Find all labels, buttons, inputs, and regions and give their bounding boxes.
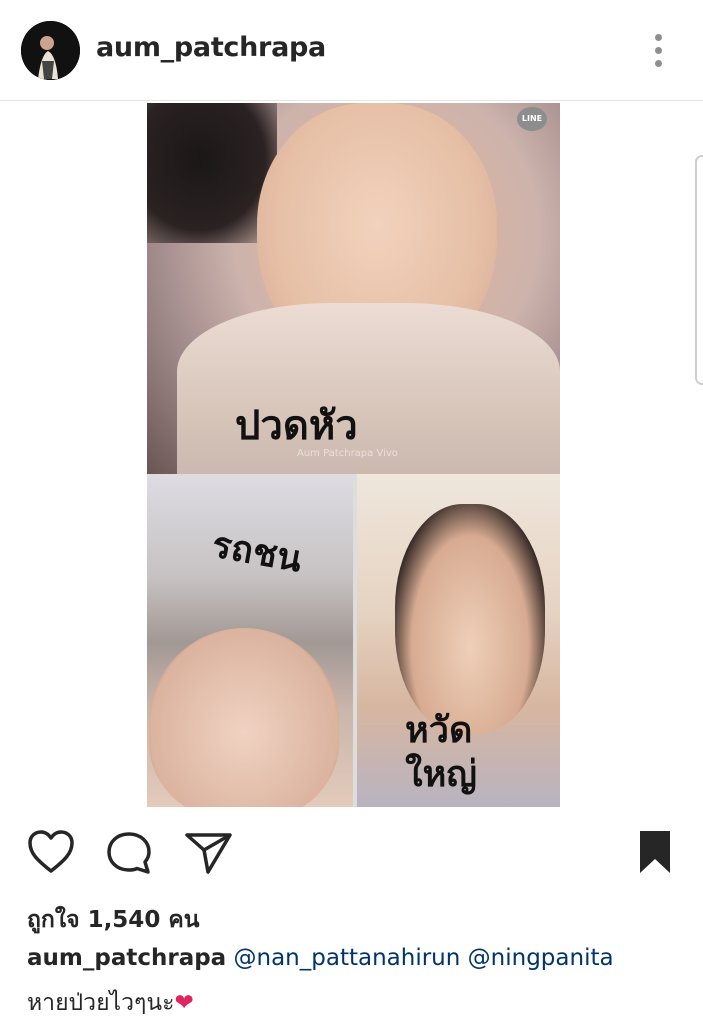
image-caption-bottom-right: หวัด ใหญ่: [405, 709, 477, 797]
mention-link[interactable]: @nan_pattanahirun: [234, 945, 461, 971]
post-username[interactable]: aum_patchrapa: [96, 32, 326, 63]
caption-body: หายป่วยไวๆนะ: [27, 990, 175, 1016]
action-bar: [0, 825, 703, 885]
face-shape: [395, 504, 545, 734]
post-image[interactable]: LINE Aum Patchrapa Vivo ปวดหัว รถชน หวัด…: [147, 103, 560, 807]
image-caption-top: ปวดหัว: [235, 403, 358, 449]
likes-count[interactable]: ถูกใจ 1,540 คน: [27, 902, 199, 938]
more-dot-icon: [655, 34, 662, 41]
post-header: aum_patchrapa: [0, 0, 703, 101]
heart-outline-icon[interactable]: [27, 829, 75, 875]
avatar-photo: [21, 21, 80, 80]
more-options-button[interactable]: [648, 30, 670, 72]
bookmark-filled-icon[interactable]: [638, 829, 672, 875]
send-paper-plane-icon[interactable]: [184, 830, 234, 876]
caption-line-1: หวัด: [405, 710, 473, 751]
avatar[interactable]: [21, 21, 80, 80]
more-dot-icon: [655, 47, 662, 54]
face-shape: [149, 628, 339, 807]
image-caption-bottom-left: รถชน: [208, 524, 305, 581]
comment-bubble-icon[interactable]: [105, 830, 153, 876]
collage-panel-top: LINE Aum Patchrapa Vivo ปวดหัว: [147, 103, 560, 474]
post-caption: aum_patchrapa @nan_pattanahirun @ningpan…: [27, 945, 614, 971]
scroll-indicator: [695, 155, 703, 385]
caption-line-2: ใหญ่: [405, 754, 477, 795]
collage-panel-bottom-left: รถชน: [147, 478, 353, 807]
line-logo-icon: LINE: [517, 107, 547, 131]
red-heart-emoji-icon: ❤: [174, 990, 194, 1016]
mention-link[interactable]: @ningpanita: [468, 945, 614, 971]
caption-text: หายป่วยไวๆนะ❤: [27, 985, 194, 1021]
collage-panel-bottom-right: หวัด ใหญ่: [357, 474, 560, 807]
caption-username[interactable]: aum_patchrapa: [27, 945, 226, 971]
more-dot-icon: [655, 60, 662, 67]
